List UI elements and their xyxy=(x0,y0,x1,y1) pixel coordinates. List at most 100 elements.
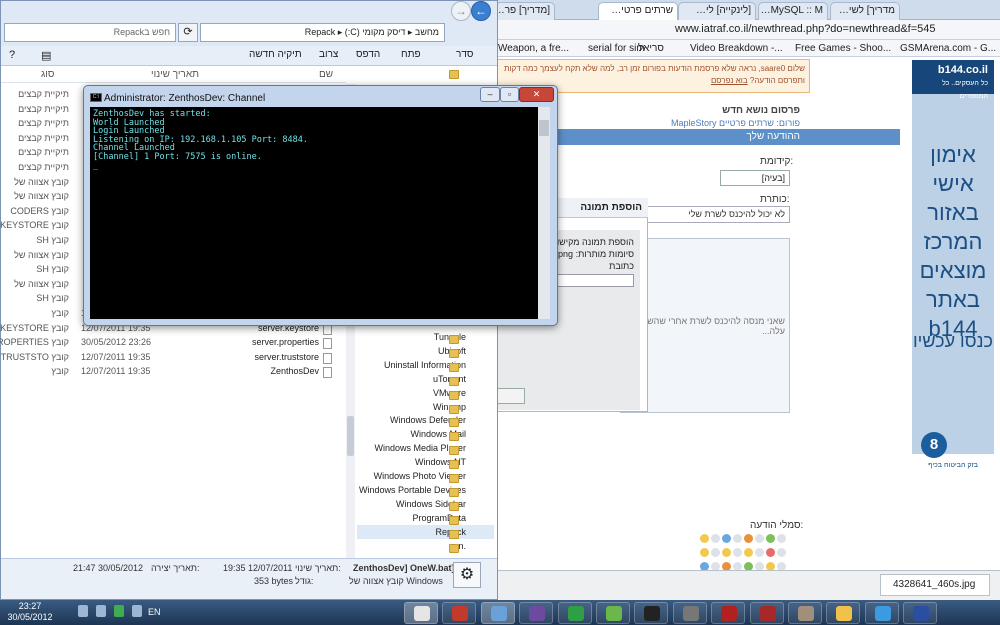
editor-text[interactable]: שאני מנסה להיכנס לשרת אחרי שהשרת עלה... xyxy=(625,316,785,336)
file-type: תיקיית קבצים xyxy=(18,89,69,99)
view-icon[interactable]: ▤ xyxy=(41,49,51,62)
app-task-button[interactable] xyxy=(711,602,746,624)
refresh-icon[interactable]: ⟳ xyxy=(178,23,198,42)
explorer-address-bar[interactable]: מחשב ▸ דיסק מקומי (C:) ▸ Repack xyxy=(200,23,445,42)
col-date[interactable]: תאריך שינוי xyxy=(151,69,199,80)
dialog-button[interactable] xyxy=(495,388,525,404)
tab-1[interactable]: [מדריך] פר… xyxy=(495,2,555,20)
bookmark-5[interactable]: Free Games - Shoo... xyxy=(795,41,891,57)
prefix-select[interactable]: [בעיה] xyxy=(720,170,790,186)
col-name[interactable]: שם xyxy=(319,69,333,80)
back-button[interactable]: ← xyxy=(471,1,491,21)
volume-icon[interactable] xyxy=(96,605,106,617)
explorer-search-input[interactable]: חפש בRepack xyxy=(4,23,176,42)
file-row[interactable]: קובץ PROPERTIES 30/05/2012 23:26 server.… xyxy=(0,337,346,351)
console-scroll-thumb[interactable] xyxy=(539,120,549,136)
chrome-task-button[interactable] xyxy=(864,602,899,624)
game-task-button[interactable] xyxy=(442,602,477,624)
smiley-icon[interactable] xyxy=(777,534,786,543)
ad-cta[interactable]: כנסו עכשיו xyxy=(912,330,994,352)
batch-file-icon: ⚙ xyxy=(453,562,481,588)
smiley-icon[interactable] xyxy=(711,548,720,557)
smiley-icon[interactable] xyxy=(744,548,753,557)
file-icon xyxy=(323,352,332,364)
system-clock[interactable]: 23:27 30/05/2012 xyxy=(0,601,60,623)
print-button[interactable]: הדפס xyxy=(356,49,380,60)
console-task-button[interactable] xyxy=(404,602,438,624)
detail-size: 353 bytes xyxy=(254,576,294,586)
file-type: קובץ אצווה של xyxy=(14,191,69,202)
smiley-icon[interactable] xyxy=(777,548,786,557)
folder-icon xyxy=(449,348,459,358)
browser-address-bar[interactable]: www.iatraf.co.il/newthread.php?do=newthr… xyxy=(490,20,1000,40)
bookmark-6[interactable]: GSMArena.com - G... xyxy=(900,41,996,57)
file-scroll-thumb[interactable] xyxy=(347,416,354,456)
file-row[interactable]: קובץ 12/07/2011 19:35 ZenthosDev xyxy=(1,366,346,380)
app-task-button[interactable] xyxy=(788,602,822,624)
folder-icon xyxy=(449,335,459,344)
folder-task-icon xyxy=(836,606,853,621)
detail-kind: קובץ אצווה של Windows xyxy=(349,576,443,586)
console-title: Administrator: ZenthosDev: Channel xyxy=(104,93,266,104)
open-button[interactable]: פתח xyxy=(401,49,421,60)
app-task-button[interactable] xyxy=(596,602,630,624)
file-icon xyxy=(323,367,332,379)
chrome-icon-task-icon xyxy=(644,606,661,621)
file-date: 30/05/2012 23:26 xyxy=(81,337,152,348)
smiley-icon[interactable] xyxy=(733,534,742,543)
chrome-task-icon xyxy=(874,606,891,621)
file-row[interactable]: קובץ TRUSTSTO 12/07/2011 19:35 server.tr… xyxy=(1,352,346,366)
smiley-icon[interactable] xyxy=(722,534,731,543)
smiley-icon[interactable] xyxy=(733,548,742,557)
col-type[interactable]: סוג xyxy=(41,69,54,80)
smiley-icon[interactable] xyxy=(755,548,764,557)
file-date: 12/07/2011 19:35 xyxy=(81,366,151,377)
help-icon[interactable]: ? xyxy=(9,49,15,61)
notice-link[interactable]: בוא נפרסם xyxy=(711,76,748,85)
utorrent-task-button[interactable] xyxy=(557,602,592,624)
tab-2[interactable]: MySQL :: M… xyxy=(758,2,828,20)
organize-button[interactable]: סדר xyxy=(456,49,473,60)
forward-button[interactable]: → xyxy=(451,1,471,21)
bookmark-4[interactable]: Video Breakdown -... xyxy=(690,41,783,57)
language-indicator[interactable]: EN xyxy=(148,607,161,617)
smiley-icon[interactable] xyxy=(744,534,753,543)
bookmark-3[interactable]: סריאל xyxy=(638,41,664,57)
new-folder-button[interactable]: תיקיה חדשה xyxy=(249,49,302,60)
explorer-task-button[interactable] xyxy=(480,602,515,624)
bookmark-1[interactable]: Weapon, a fre... xyxy=(498,41,569,57)
url-text[interactable]: www.iatraf.co.il/newthread.php?do=newthr… xyxy=(675,23,936,35)
folder-icon xyxy=(449,362,459,372)
network-icon[interactable] xyxy=(114,605,124,617)
download-item[interactable]: 4328641_460s.jpg xyxy=(880,574,990,596)
smiley-icon[interactable] xyxy=(711,534,720,543)
app-task-button[interactable] xyxy=(672,602,707,624)
bookmark-2[interactable]: serial for sim xyxy=(588,41,645,57)
tab-active[interactable]: שרתים פרטי… xyxy=(598,2,678,20)
tab-3[interactable]: [לינקייה] לי… xyxy=(678,2,756,20)
smiley-icon[interactable] xyxy=(766,548,775,557)
tray-arrow-icon[interactable] xyxy=(78,605,88,617)
burn-button[interactable]: צרוב xyxy=(319,49,338,60)
smiley-icon[interactable] xyxy=(700,534,709,543)
close-button[interactable]: ✕ xyxy=(519,87,554,102)
app-task-button[interactable] xyxy=(749,602,784,624)
ad-brand-sub: כל העסקים.. כל המספרים xyxy=(942,80,988,100)
file-name: ZenthosDev xyxy=(270,366,319,377)
smiley-icon[interactable] xyxy=(766,534,775,543)
file-icon xyxy=(323,338,332,350)
flag-icon[interactable] xyxy=(132,605,142,617)
smiley-icon[interactable] xyxy=(722,548,731,557)
minimize-button[interactable]: – xyxy=(480,87,500,102)
console-scrollbar[interactable] xyxy=(538,107,550,319)
detail-name: ZenthosDev] OneW.bat] xyxy=(353,563,455,573)
winrar-task-button[interactable] xyxy=(519,602,554,624)
tab-4[interactable]: מדריך] לשי… xyxy=(830,2,900,20)
folder-icon xyxy=(449,404,459,414)
chrome-icon-task-button[interactable] xyxy=(634,602,669,624)
folder-task-button[interactable] xyxy=(826,602,861,624)
maximize-button[interactable]: ▫ xyxy=(500,87,519,102)
smiley-icon[interactable] xyxy=(700,548,709,557)
word-task-button[interactable] xyxy=(903,602,938,624)
smiley-icon[interactable] xyxy=(755,534,764,543)
